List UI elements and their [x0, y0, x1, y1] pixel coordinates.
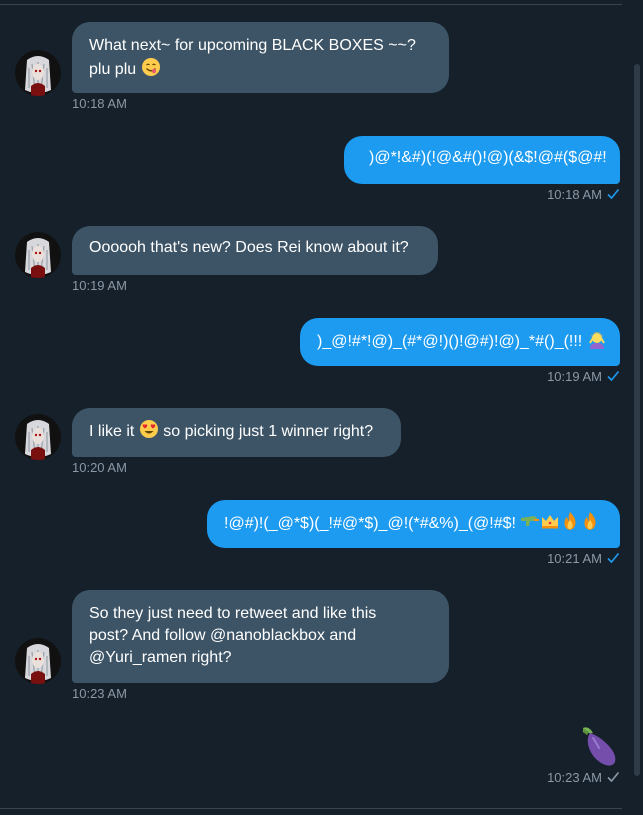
message-timestamp: 10:23 AM — [547, 770, 602, 785]
message-bubble-incoming[interactable]: What next~ for upcoming BLACK BOXES ~~? … — [72, 22, 449, 93]
message-text: @Yuri_ramen right? — [89, 649, 232, 666]
avatar[interactable] — [15, 638, 61, 684]
message-text: )_@!#*!@)_(#*@!)()!@#)!@)_*#()_(!!! — [317, 333, 583, 350]
message-emoji-outgoing[interactable] — [577, 724, 619, 768]
message-timestamp: 10:20 AM — [72, 460, 127, 475]
avatar[interactable] — [15, 414, 61, 460]
read-check-icon — [606, 187, 620, 205]
fire-icon — [560, 511, 580, 538]
message-bubble-incoming[interactable]: Oooooh that's new? Does Rei know about i… — [72, 226, 438, 275]
dm-conversation: What next~ for upcoming BLACK BOXES ~~? … — [0, 0, 643, 815]
message-timestamp-row: 10:19 AM — [547, 369, 620, 387]
message-text: What next~ for upcoming BLACK BOXES ~~? — [89, 37, 416, 54]
face-savoring-food-icon — [141, 57, 161, 84]
message-text: so picking just 1 winner right? — [163, 423, 374, 440]
message-bubble-incoming[interactable]: So they just need to retweet and like th… — [72, 590, 449, 683]
message-text: )@*!&#)(!@&#()!@)(&$!@#($@#! — [369, 149, 607, 166]
message-timestamp: 10:19 AM — [547, 369, 602, 384]
message-timestamp: 10:19 AM — [72, 278, 127, 293]
sent-check-icon — [606, 770, 620, 788]
header-divider — [0, 4, 622, 5]
read-check-icon — [606, 551, 620, 569]
fire-icon — [580, 511, 600, 538]
message-text: I like it — [89, 423, 135, 440]
avatar[interactable] — [15, 50, 61, 96]
scrollbar-thumb[interactable] — [634, 64, 640, 776]
message-timestamp-row: 10:21 AM — [547, 551, 620, 569]
message-bubble-incoming[interactable]: I like it so picking just 1 winner right… — [72, 408, 401, 457]
message-text: plu plu — [89, 61, 137, 78]
message-timestamp: 10:23 AM — [72, 686, 127, 701]
message-timestamp: 10:18 AM — [72, 96, 127, 111]
water-pistol-icon — [520, 511, 540, 538]
message-timestamp: 10:18 AM — [547, 187, 602, 202]
person-gesturing-ok-icon — [587, 329, 607, 356]
message-bubble-outgoing[interactable]: !@#)!(_@*$)(_!#@*$)_@!(*#&%)_(@!#$! — [207, 500, 620, 548]
read-check-icon — [606, 369, 620, 387]
message-timestamp-row: 10:18 AM — [547, 187, 620, 205]
message-text: post? And follow @nanoblackbox and — [89, 627, 357, 644]
message-bubble-outgoing[interactable]: )_@!#*!@)_(#*@!)()!@#)!@)_*#()_(!!! — [300, 318, 620, 366]
message-text: So they just need to retweet and like th… — [89, 605, 377, 622]
message-timestamp: 10:21 AM — [547, 551, 602, 566]
crown-icon — [540, 511, 560, 538]
message-bubble-outgoing[interactable]: )@*!&#)(!@&#()!@)(&$!@#($@#! — [344, 136, 620, 184]
message-text: Oooooh that's new? Does Rei know about i… — [89, 239, 409, 256]
message-text: !@#)!(_@*$)(_!#@*$)_@!(*#&%)_(@!#$! — [224, 515, 516, 532]
message-text: plu plu — [89, 57, 431, 84]
scrollbar[interactable] — [631, 0, 643, 815]
avatar[interactable] — [15, 232, 61, 278]
heart-eyes-face-icon — [139, 419, 159, 446]
message-timestamp-row: 10:23 AM — [547, 770, 620, 788]
composer-divider — [0, 808, 622, 809]
